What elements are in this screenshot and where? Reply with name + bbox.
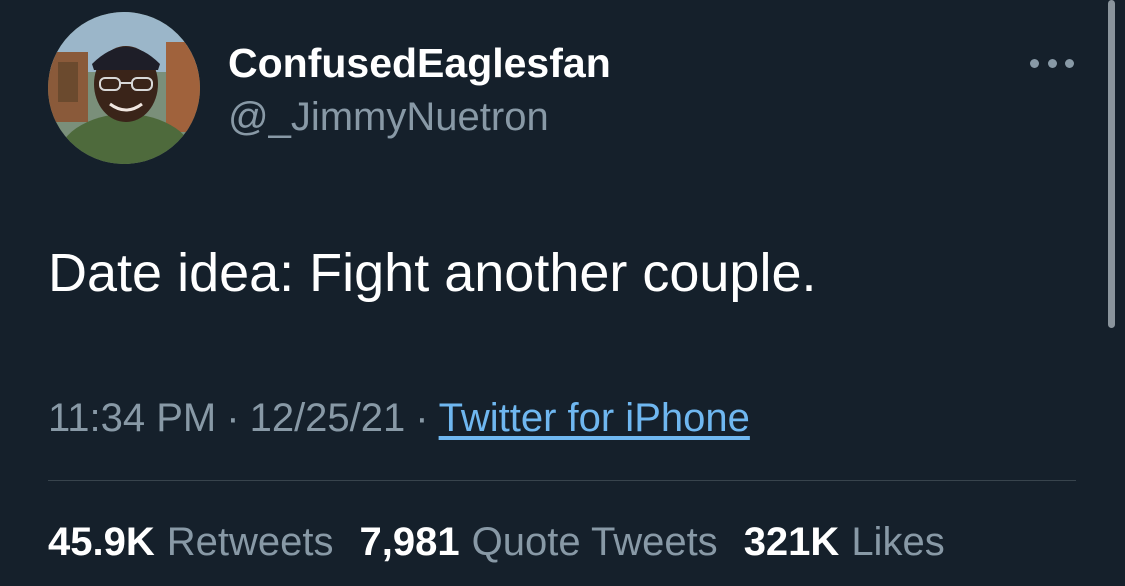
user-handle[interactable]: @_JimmyNuetron: [228, 92, 549, 142]
tweet-date[interactable]: 12/25/21: [250, 396, 406, 440]
likes-label: Likes: [851, 520, 945, 564]
divider: [48, 480, 1076, 481]
quote-tweets-stat[interactable]: 7,981 Quote Tweets: [360, 516, 718, 568]
more-horizontal-icon: [1030, 58, 1039, 68]
tweet-stats: 45.9K Retweets 7,981 Quote Tweets 321K L…: [48, 516, 971, 568]
retweets-count: 45.9K: [48, 520, 155, 564]
tweet-meta: 11:34 PM · 12/25/21 · Twitter for iPhone: [48, 392, 750, 444]
display-name[interactable]: ConfusedEaglesfan: [228, 38, 611, 88]
avatar-image: [48, 12, 200, 164]
likes-count: 321K: [743, 520, 840, 564]
tweet-detail: ConfusedEaglesfan @_JimmyNuetron Date id…: [0, 0, 1125, 586]
tweet-source-link[interactable]: Twitter for iPhone: [439, 396, 750, 440]
retweets-label: Retweets: [166, 520, 334, 564]
avatar[interactable]: [48, 12, 200, 164]
meta-separator: ·: [415, 396, 429, 440]
quote-tweets-count: 7,981: [359, 520, 460, 564]
meta-separator: ·: [226, 396, 240, 440]
retweets-stat[interactable]: 45.9K Retweets: [48, 516, 334, 568]
likes-stat[interactable]: 321K Likes: [744, 516, 945, 568]
scrollbar[interactable]: [1108, 0, 1115, 328]
more-options-button[interactable]: [1024, 48, 1080, 78]
tweet-text: Date idea: Fight another couple.: [48, 243, 817, 303]
tweet-time[interactable]: 11:34 PM: [48, 396, 216, 440]
quote-tweets-label: Quote Tweets: [471, 520, 718, 564]
